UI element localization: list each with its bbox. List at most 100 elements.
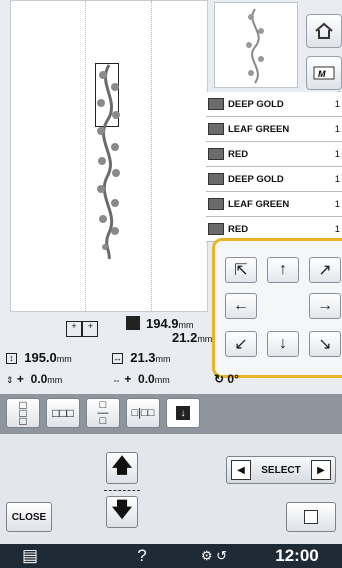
thread-time: 1 [334, 148, 340, 160]
arrow-right-icon: → [317, 297, 333, 314]
move-pattern-down-button[interactable]: 🡇 [106, 496, 138, 528]
help-button[interactable]: ? [112, 544, 172, 568]
pattern-thumbnail [214, 2, 298, 88]
square-icon [304, 510, 318, 524]
thread-name: LEAF GREEN [228, 123, 290, 135]
thread-row[interactable]: LEAF GREEN 1 [206, 192, 342, 217]
vine-pattern [97, 64, 120, 260]
thread-name: RED [228, 148, 249, 160]
thread-name: DEEP GOLD [228, 173, 284, 185]
horizontal-offset: ⇔ + 0.0mm [112, 372, 170, 386]
horizontal-spacing-icon: □|□□ [131, 407, 155, 419]
thread-row[interactable]: DEEP GOLD 1 [206, 167, 342, 192]
arrow-up-icon: ↑ [279, 261, 287, 278]
arrow-up-left-icon: ⇱ [234, 262, 248, 279]
move-down-button[interactable]: ↓ [267, 331, 299, 357]
move-up-button[interactable]: ↑ [267, 257, 299, 283]
thread-name: RED [228, 223, 249, 235]
arrow-down-right-icon: ↘ [318, 336, 332, 353]
pattern-select-icon: + [82, 320, 99, 337]
document-button[interactable]: ▤ [0, 544, 60, 568]
arrow-up-right-icon: ↗ [318, 262, 332, 279]
settings-status[interactable]: ⚙ ↺ [184, 544, 244, 568]
pattern-width: ↔ 21.3mm [112, 350, 171, 365]
status-bar: ▤ ? ⚙ ↺ 12:00 [0, 544, 342, 568]
height-icon: ↕ [6, 353, 17, 365]
select-label: SELECT [261, 464, 301, 476]
rotation-angle: ↻ 0° [214, 372, 239, 386]
vertical-spacing-button[interactable]: □ — □ [86, 398, 120, 428]
horizontal-spacing-button[interactable]: □|□□ [126, 398, 160, 428]
thread-list: DEEP GOLD 1 LEAF GREEN 1 RED 1 DEEP GOLD 1 L… [206, 92, 342, 242]
help-label: ? [137, 546, 147, 565]
thread-time: 1 [334, 173, 340, 185]
lower-panel: 🡅 🡇 ◀ SELECT ▶ CLOSE [0, 434, 342, 544]
vertical-offset: ⇕ + 0.0mm [6, 372, 63, 386]
clock: 12:00 [275, 546, 319, 565]
vertical-repeat-button[interactable]: □ □ □ [6, 398, 40, 428]
pattern-height: ↕ 195.0mm [6, 350, 72, 365]
thread-name: LEAF GREEN [228, 198, 290, 210]
move-up-left-button[interactable]: ⇱ [225, 257, 257, 283]
select-next-icon[interactable]: ▶ [310, 460, 331, 480]
svg-text:M: M [318, 69, 326, 79]
move-left-button[interactable]: ← [225, 293, 257, 319]
close-button[interactable]: CLOSE [6, 502, 52, 532]
thread-color-swatch [208, 173, 224, 185]
selection-width: 21.2mm [172, 330, 213, 345]
arrow-down-icon: ↓ [279, 335, 287, 352]
vertical-spacing-icon: □ — □ [97, 399, 109, 427]
bold-arrow-up-icon: 🡅 [111, 455, 133, 477]
thread-time: 1 [334, 223, 340, 235]
guide-line [85, 1, 86, 311]
move-down-left-button[interactable]: ↙ [225, 331, 257, 357]
vertical-repeat-icon: □ □ □ [19, 398, 27, 428]
selection-size-icon [126, 316, 140, 330]
move-up-right-button[interactable]: ↗ [309, 257, 341, 283]
border-icon: ↓ [176, 406, 190, 420]
horizontal-repeat-button[interactable]: □□□ [46, 398, 80, 428]
separator-line [104, 490, 140, 491]
select-previous-icon[interactable]: ◀ [231, 460, 251, 480]
thread-color-swatch [208, 148, 224, 160]
move-right-button[interactable]: → [309, 293, 341, 319]
thread-row[interactable]: RED 1 [206, 142, 342, 167]
memory-icon: M [313, 66, 335, 80]
horizontal-offset-icon: ⇔ [112, 375, 121, 385]
layout-toolbar: □ □ □ □□□ □ — □ □|□□ ↓ [0, 394, 342, 434]
select-pattern-icons: + + [66, 320, 99, 338]
guide-line [151, 1, 152, 311]
bold-arrow-down-icon: 🡇 [111, 499, 133, 521]
thread-time: 1 [334, 198, 340, 210]
home-icon [315, 22, 333, 39]
thread-color-swatch [208, 123, 224, 135]
set-button[interactable] [286, 502, 336, 532]
arrow-left-icon: ← [233, 297, 249, 314]
arrow-down-left-icon: ↙ [234, 336, 248, 353]
thread-time: 1 [334, 98, 340, 110]
border-button[interactable]: ↓ [166, 398, 200, 428]
move-panel: ⇱ ↑ ↗ ← → ↙ ↓ ↘ [212, 238, 342, 378]
move-pattern-up-button[interactable]: 🡅 [106, 452, 138, 484]
thread-row[interactable]: DEEP GOLD 1 [206, 92, 342, 117]
pattern-select-icon: + [66, 320, 82, 337]
thread-row[interactable]: LEAF GREEN 1 [206, 117, 342, 142]
thread-color-swatch [208, 98, 224, 110]
memory-button[interactable]: M [306, 56, 342, 90]
thread-color-swatch [208, 223, 224, 235]
vertical-offset-icon: ⇕ [6, 375, 14, 385]
selection-height: 194.9mm [146, 316, 194, 331]
select-control[interactable]: ◀ SELECT ▶ [226, 456, 336, 484]
thread-time: 1 [334, 123, 340, 135]
document-icon: ▤ [21, 546, 39, 565]
move-down-right-button[interactable]: ↘ [309, 331, 341, 357]
thread-name: DEEP GOLD [228, 98, 284, 110]
machine-settings-icon: ⚙ ↺ [200, 548, 228, 563]
thumbnail-vine [246, 8, 264, 84]
horizontal-repeat-icon: □□□ [52, 406, 74, 420]
home-button[interactable] [306, 14, 342, 48]
thread-color-swatch [208, 198, 224, 210]
embroidery-preview[interactable] [10, 0, 208, 312]
rotate-icon: ↻ [214, 372, 225, 386]
width-icon: ↔ [112, 353, 123, 365]
